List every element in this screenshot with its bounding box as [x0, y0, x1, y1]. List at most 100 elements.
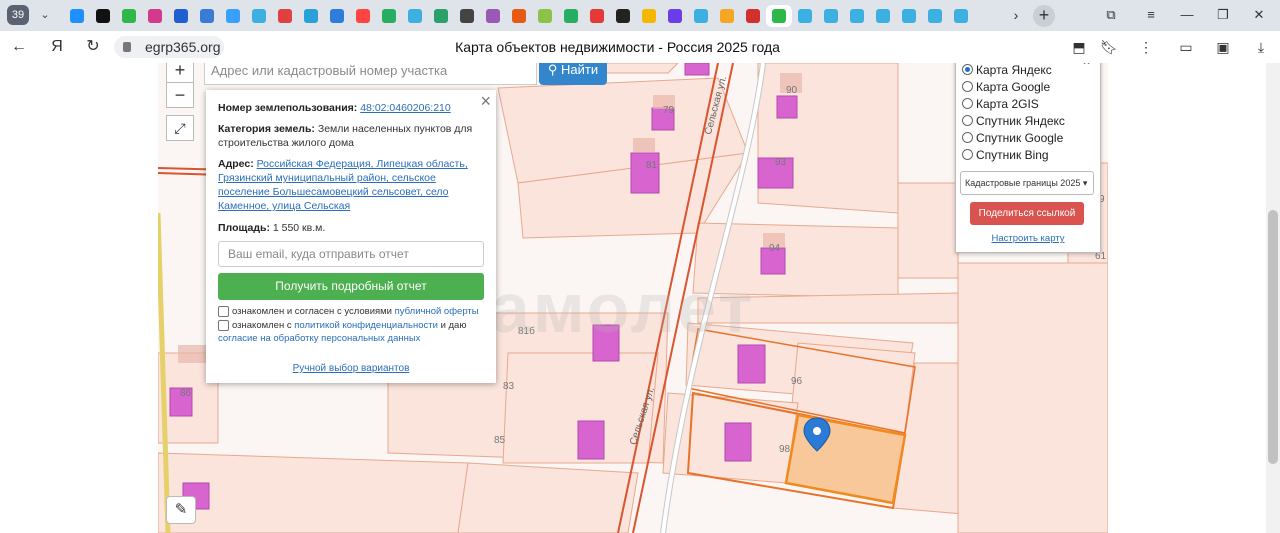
tab-favicon[interactable]	[584, 5, 610, 27]
get-report-button[interactable]: Получить подробный отчет	[218, 273, 484, 300]
search-button[interactable]: ⚲ Найти	[539, 63, 607, 85]
fullscreen-expand-icon[interactable]: ⤢	[166, 115, 194, 141]
collections-icon[interactable]: ⧉	[1098, 4, 1124, 26]
address-link[interactable]: Российская Федерация, Липецкая область, …	[218, 158, 468, 212]
email-field[interactable]: Ваш email, куда отправить отчет	[218, 241, 484, 267]
layer-label: Спутник Google	[976, 131, 1064, 145]
site-favicon-icon	[590, 9, 604, 23]
zoom-in-button[interactable]: +	[166, 63, 194, 83]
tab-counter-badge[interactable]: 39	[7, 5, 29, 25]
site-favicon-icon	[902, 9, 916, 23]
layer-yandex-satellite[interactable]: Спутник Яндекс	[962, 113, 1065, 129]
tab-favicon[interactable]	[662, 5, 688, 27]
layer-google-satellite[interactable]: Спутник Google	[962, 130, 1063, 146]
tab-favicon[interactable]	[896, 5, 922, 27]
protect-icon[interactable]: ⬒	[1068, 36, 1090, 58]
bookmark-icon[interactable]: 🔖︎	[1098, 36, 1120, 58]
tab-favicon[interactable]	[298, 5, 324, 27]
new-tab-button[interactable]: +	[1033, 5, 1055, 27]
collapse-chevron-icon[interactable]: ⌃	[1081, 63, 1092, 74]
select-value: Кадастровые границы 2025	[965, 178, 1081, 188]
tab-favicon[interactable]	[64, 5, 90, 27]
tab-favicon[interactable]	[168, 5, 194, 27]
tab-favicon[interactable]	[142, 5, 168, 27]
privacy-policy-link[interactable]: политикой конфиденциальности	[294, 320, 438, 331]
cadastral-layer-select[interactable]: Кадастровые границы 2025 ▾	[960, 171, 1094, 195]
menu-icon[interactable]: ≡	[1138, 4, 1164, 26]
tab-scroll-chevron-icon[interactable]: ›	[1006, 4, 1026, 26]
tab-favicon[interactable]	[428, 5, 454, 27]
tab-favicon[interactable]	[844, 5, 870, 27]
data-processing-link[interactable]: согласие на обработку персональных данны…	[218, 333, 420, 344]
tab-favicon[interactable]	[870, 5, 896, 27]
layer-yandex-map[interactable]: Карта Яндекс	[962, 63, 1052, 78]
tab-favicon[interactable]	[324, 5, 350, 27]
site-favicon-icon	[174, 9, 188, 23]
house-number-98: 98	[779, 444, 791, 455]
tab-favicon[interactable]	[766, 5, 792, 27]
extension-icon[interactable]: ▣	[1212, 36, 1234, 58]
configure-map-link[interactable]: Настроить карту	[956, 233, 1100, 244]
layer-bing-satellite[interactable]: Спутник Bing	[962, 147, 1049, 163]
tab-favicon[interactable]	[402, 5, 428, 27]
tab-favicon[interactable]	[116, 5, 142, 27]
tab-favicon[interactable]	[558, 5, 584, 27]
tab-favicon[interactable]	[272, 5, 298, 27]
site-favicon-icon	[668, 9, 682, 23]
tab-favicon[interactable]	[220, 5, 246, 27]
site-favicon-icon	[876, 9, 890, 23]
downloads-icon[interactable]: ⤓	[1250, 36, 1272, 58]
tab-favicon[interactable]	[922, 5, 948, 27]
tab-favicon[interactable]	[636, 5, 662, 27]
tab-favicon[interactable]	[194, 5, 220, 27]
tab-favicon[interactable]	[792, 5, 818, 27]
site-favicon-icon	[850, 9, 864, 23]
tab-favicon[interactable]	[714, 5, 740, 27]
area-label: Площадь:	[218, 222, 270, 234]
close-window-button[interactable]: ✕	[1246, 4, 1272, 26]
offer-consent-checkbox[interactable]	[218, 306, 229, 317]
tab-favicon[interactable]	[480, 5, 506, 27]
tab-favicon[interactable]	[246, 5, 272, 27]
address-search-input[interactable]: Адрес или кадастровый номер участка	[204, 63, 537, 85]
tab-favicon[interactable]	[350, 5, 376, 27]
tab-favicon[interactable]	[818, 5, 844, 27]
manual-selection-link[interactable]: Ручной выбор вариантов	[206, 363, 496, 374]
tab-favicon[interactable]	[506, 5, 532, 27]
share-link-button[interactable]: Поделиться ссылкой	[970, 202, 1084, 225]
tab-list-chevron-icon[interactable]: ⌄	[35, 4, 55, 26]
zoom-out-button[interactable]: −	[166, 82, 194, 108]
tab-favicon[interactable]	[948, 5, 974, 27]
tab-favicon[interactable]	[688, 5, 714, 27]
site-favicon-icon	[148, 9, 162, 23]
privacy-consent-checkbox[interactable]	[218, 320, 229, 331]
minimize-button[interactable]: —	[1174, 4, 1200, 26]
tab-favicon[interactable]	[532, 5, 558, 27]
layer-google-map[interactable]: Карта Google	[962, 79, 1050, 95]
tab-favicon[interactable]	[740, 5, 766, 27]
layer-2gis-map[interactable]: Карта 2GIS	[962, 96, 1039, 112]
restore-button[interactable]: ❐	[1210, 4, 1236, 26]
radio-icon[interactable]	[962, 115, 973, 126]
layer-label: Карта 2GIS	[976, 97, 1039, 111]
tab-favicon[interactable]	[90, 5, 116, 27]
radio-icon[interactable]	[962, 132, 973, 143]
radio-icon[interactable]	[962, 64, 973, 75]
consent1-text: ознакомлен и согласен с условиями	[232, 306, 392, 317]
radio-icon[interactable]	[962, 149, 973, 160]
more-options-icon[interactable]: ⋮	[1135, 36, 1157, 58]
landuse-number-link[interactable]: 48:02:0460206:210	[360, 102, 451, 114]
reader-icon[interactable]: ▭	[1175, 36, 1197, 58]
page-scrollbar-thumb[interactable]	[1268, 210, 1278, 464]
site-favicon-icon	[278, 9, 292, 23]
ruler-icon[interactable]: ✎	[166, 496, 196, 524]
parcel-info-popup: × Номер землепользования: 48:02:0460206:…	[206, 90, 496, 383]
tab-favicon[interactable]	[454, 5, 480, 27]
cadastral-map[interactable]: 79 81 90 93 94 96 98 83 85 86 81б 61 9 С…	[158, 63, 1108, 533]
tab-favicon[interactable]	[610, 5, 636, 27]
public-offer-link[interactable]: публичной оферты	[395, 306, 479, 317]
tab-favicon[interactable]	[376, 5, 402, 27]
search-icon: ⚲	[547, 63, 558, 77]
radio-icon[interactable]	[962, 81, 973, 92]
radio-icon[interactable]	[962, 98, 973, 109]
